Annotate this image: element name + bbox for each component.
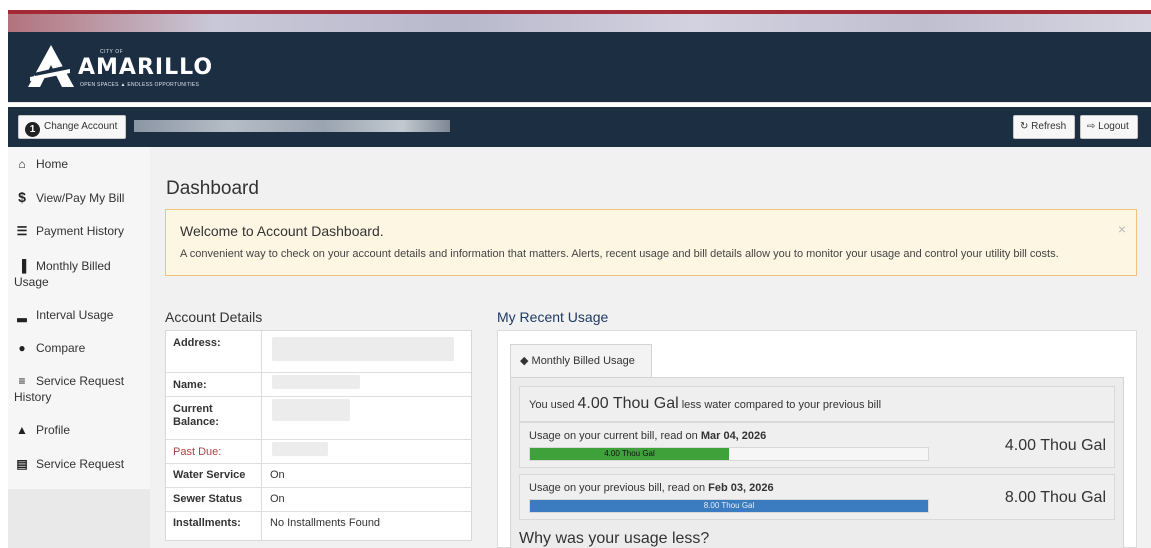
logout-icon: ⇨	[1087, 121, 1096, 132]
summary-amount: 4.00 Thou Gal	[577, 395, 679, 412]
table-row: Address:	[166, 331, 471, 373]
previous-usage-bar: 8.00 Thou Gal	[530, 500, 928, 512]
sidebar-menu: ⌂ Home $ View/Pay My Bill ☰ Payment History…	[8, 147, 150, 489]
sewer-status-value: On	[270, 493, 285, 505]
previous-usage-bar-track: 8.00 Thou Gal	[529, 499, 929, 513]
water-service-label: Water Service	[173, 469, 246, 481]
logo-name: AMARILLO	[78, 55, 214, 80]
sidebar-item-label: Compare	[36, 341, 86, 355]
current-usage-bar: 4.00 Thou Gal	[530, 448, 729, 460]
account-name-redacted	[134, 120, 450, 132]
sidebar-item-label: Profile	[36, 423, 71, 437]
table-row: Past Due:	[166, 440, 471, 464]
list-icon: ☰	[16, 224, 28, 238]
brand-header: CITY OF AMARILLO OPEN SPACES ▲ ENDLESS O…	[8, 32, 1151, 102]
file-icon: ▤	[16, 457, 28, 471]
table-row: Name:	[166, 373, 471, 397]
table-row: Water Service On	[166, 464, 471, 488]
installments-value: No Installments Found	[270, 517, 381, 529]
logout-label: Logout	[1098, 121, 1129, 132]
current-usage-value: 4.00 Thou Gal	[1004, 437, 1106, 454]
city-logo[interactable]: CITY OF AMARILLO OPEN SPACES ▲ ENDLESS O…	[26, 41, 246, 91]
account-number-badge: 1	[25, 122, 40, 137]
usage-tab-body: You used 4.00 Thou Gal less water compar…	[510, 377, 1124, 548]
sidebar-item-label: Payment History	[36, 224, 125, 238]
account-details-table: Address: Name: Current Balance: Past Due…	[165, 330, 472, 541]
alert-title: Welcome to Account Dashboard.	[180, 223, 384, 239]
installments-label: Installments:	[173, 517, 241, 529]
balance-redacted	[272, 399, 350, 421]
why-usage-heading: Why was your usage less?	[519, 530, 710, 547]
tasks-icon: ≡	[18, 374, 26, 388]
top-banner-accent	[8, 10, 1151, 14]
tab-monthly-billed-usage[interactable]: ◆ Monthly Billed Usage	[510, 344, 652, 378]
sidebar-item-service-request[interactable]: ▤ Service Request	[8, 457, 150, 472]
current-usage-bar-track: 4.00 Thou Gal	[529, 447, 929, 461]
past-due-redacted	[272, 442, 328, 456]
table-row: Current Balance:	[166, 397, 471, 440]
sidebar-item-monthly-billed-usage[interactable]: ▐ Monthly Billed Usage	[8, 258, 140, 290]
previous-usage-label-prefix: Usage on your previous bill, read on	[529, 482, 709, 494]
sidebar-item-label: Service Request History	[14, 374, 125, 404]
previous-usage-label: Usage on your previous bill, read on Feb…	[529, 482, 774, 494]
sidebar-item-label: View/Pay My Bill	[36, 191, 125, 205]
logo-tagline: OPEN SPACES ▲ ENDLESS OPPORTUNITIES	[80, 82, 200, 88]
recent-usage-title: My Recent Usage	[497, 309, 609, 325]
change-account-button[interactable]: 1 Change Account	[18, 115, 126, 139]
current-usage-label-prefix: Usage on your current bill, read on	[529, 430, 701, 442]
sidebar-item-label: Service Request	[36, 457, 125, 471]
welcome-alert: Welcome to Account Dashboard. A convenie…	[165, 209, 1137, 276]
logout-button[interactable]: ⇨ Logout	[1080, 115, 1138, 139]
sidebar-item-view-pay-bill[interactable]: $ View/Pay My Bill	[8, 190, 150, 206]
close-icon[interactable]: ×	[1118, 221, 1126, 237]
sidebar-item-compare[interactable]: ● Compare	[8, 341, 150, 356]
main-content: Dashboard Welcome to Account Dashboard. …	[150, 147, 1151, 548]
address-label: Address:	[173, 337, 221, 349]
account-bar: 1 Change Account ↻ Refresh ⇨ Logout	[8, 107, 1151, 147]
page-title: Dashboard	[166, 178, 259, 199]
refresh-button[interactable]: ↻ Refresh	[1013, 115, 1075, 139]
current-balance-label: Current Balance:	[173, 403, 219, 428]
water-drop-icon: ◆	[520, 355, 529, 367]
user-icon: ▲	[16, 423, 28, 437]
sidebar-item-profile[interactable]: ▲ Profile	[8, 423, 150, 438]
current-usage-label: Usage on your current bill, read on Mar …	[529, 430, 766, 442]
sidebar-item-interval-usage[interactable]: ▂ Interval Usage	[8, 308, 150, 323]
dollar-icon: $	[18, 189, 26, 205]
usage-summary: You used 4.00 Thou Gal less water compar…	[519, 386, 1115, 422]
tab-label: Monthly Billed Usage	[531, 355, 635, 367]
alert-text: A convenient way to check on your accoun…	[180, 248, 1059, 260]
home-icon: ⌂	[18, 157, 26, 171]
name-redacted	[272, 375, 360, 389]
current-read-date: Mar 04, 2026	[700, 430, 767, 442]
previous-usage-value: 8.00 Thou Gal	[1004, 489, 1106, 506]
previous-read-date: Feb 03, 2026	[708, 482, 774, 494]
sidebar: ⌂ Home $ View/Pay My Bill ☰ Payment History…	[8, 147, 150, 548]
sidebar-item-label: Home	[36, 157, 69, 171]
current-usage-block: Usage on your current bill, read on Mar …	[519, 422, 1115, 468]
signal-icon: ▂	[17, 308, 27, 322]
sidebar-item-payment-history[interactable]: ☰ Payment History	[8, 224, 150, 239]
amarillo-logo-icon	[28, 45, 74, 87]
table-row: Installments: No Installments Found	[166, 512, 471, 540]
address-redacted	[272, 337, 454, 361]
summary-prefix: You used	[529, 399, 578, 411]
users-icon: ●	[18, 341, 26, 355]
table-row: Sewer Status On	[166, 488, 471, 512]
refresh-label: Refresh	[1031, 121, 1067, 132]
previous-usage-block: Usage on your previous bill, read on Feb…	[519, 474, 1115, 520]
sewer-status-label: Sewer Status	[173, 493, 243, 505]
water-service-value: On	[270, 469, 285, 481]
past-due-label: Past Due:	[173, 446, 222, 458]
sidebar-item-label: Interval Usage	[36, 308, 114, 322]
account-details-title: Account Details	[165, 309, 263, 325]
name-label: Name:	[173, 379, 207, 391]
summary-suffix: less water compared to your previous bil…	[678, 399, 882, 411]
refresh-icon: ↻	[1020, 121, 1029, 132]
bar-chart-icon: ▐	[17, 259, 27, 273]
sidebar-item-service-request-history[interactable]: ≡ Service Request History	[8, 373, 136, 405]
recent-usage-panel: ◆ Monthly Billed Usage You used 4.00 Tho…	[497, 330, 1137, 548]
sidebar-item-home[interactable]: ⌂ Home	[8, 157, 150, 172]
change-account-label: Change Account	[44, 121, 118, 132]
